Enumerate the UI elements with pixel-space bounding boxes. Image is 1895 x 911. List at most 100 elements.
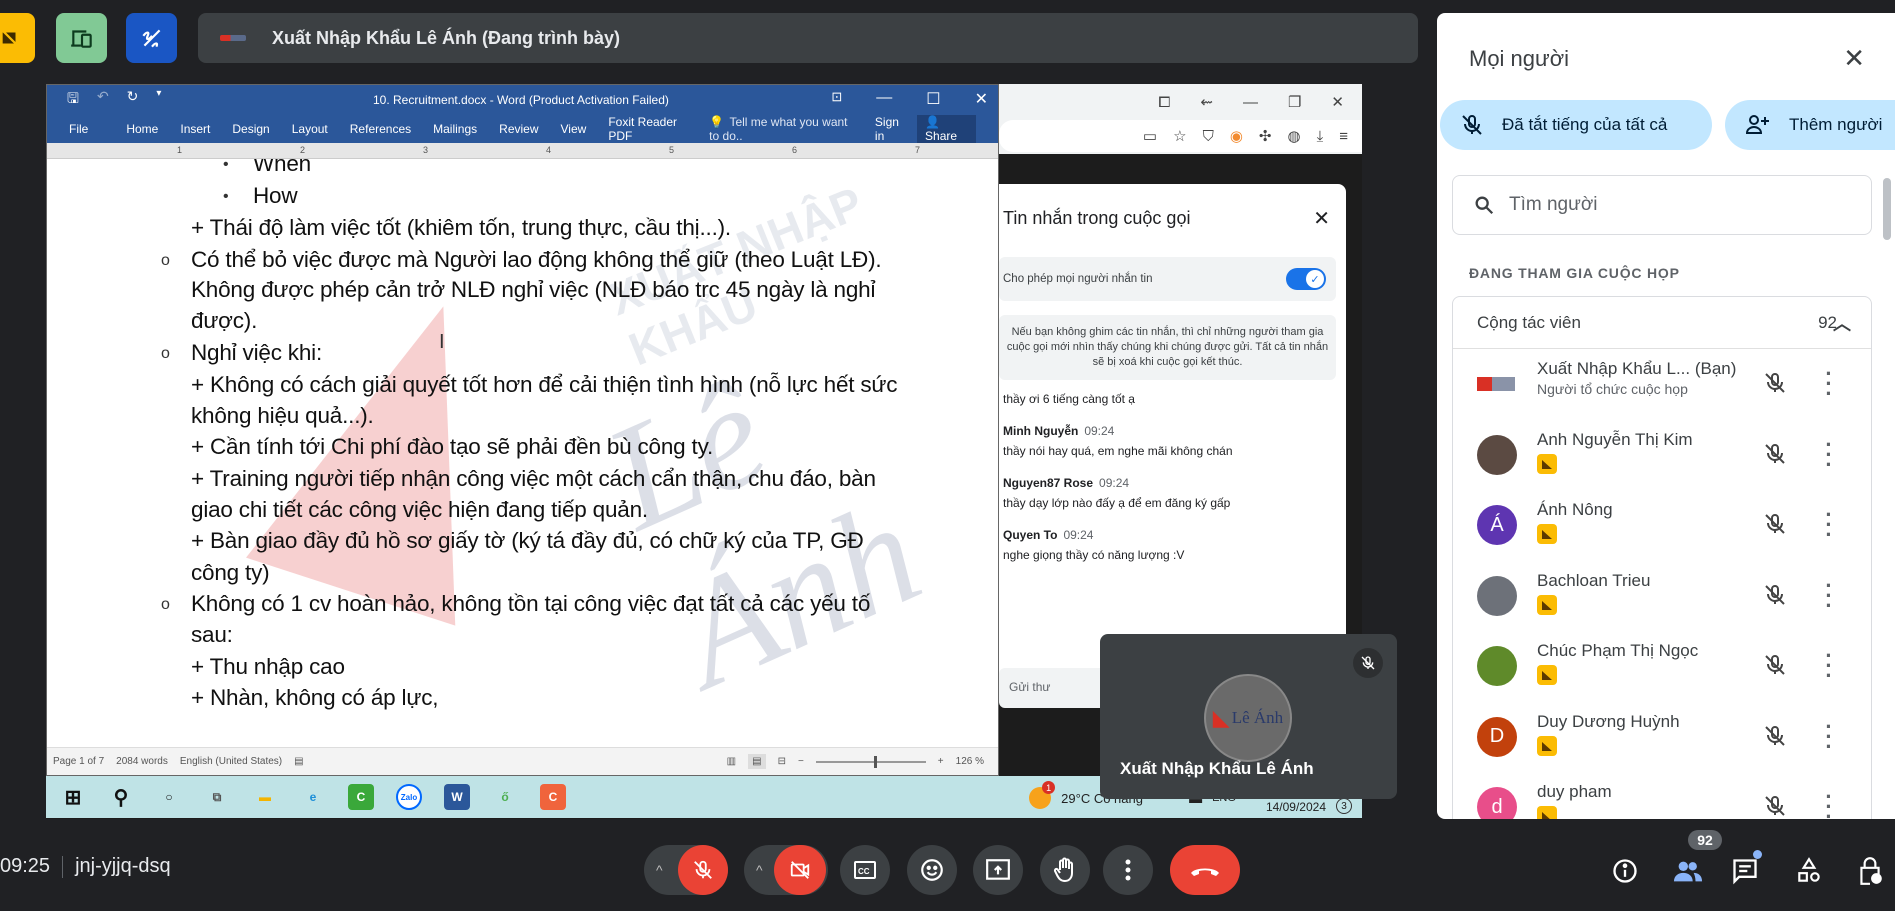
muted-mic-icon[interactable] [1763,371,1787,400]
allow-messages-toggle[interactable]: ✓ [1286,268,1326,290]
taskbar-camtasia-green-icon[interactable]: C [348,784,374,810]
clock-date[interactable]: 14/09/2024 [1266,800,1326,814]
more-options-icon[interactable]: · · · [1825,433,1833,475]
tell-me-box[interactable]: 💡 Tell me what you want to do.. [709,115,853,143]
muted-mic-icon[interactable] [1763,583,1787,612]
weather-icon[interactable]: 1 [1029,781,1056,809]
taskbar-zalo-icon[interactable]: Zalo [396,784,422,810]
zoom-in-button[interactable]: + [938,756,944,767]
more-options-icon[interactable]: · · · [1825,504,1833,546]
reactions-button[interactable] [907,845,957,895]
extension-coccoc-icon[interactable]: ◉ [1230,127,1243,145]
more-options-icon[interactable]: · · · [1825,574,1833,616]
taskbar-search-icon[interactable]: ⚲ [108,784,134,810]
word-minimize-icon[interactable]: — [876,89,892,109]
ribbon-tab-foxit-reader-pdf[interactable]: Foxit Reader PDF [608,115,687,143]
star-icon[interactable]: ☆ [1173,127,1186,145]
zoom-level[interactable]: 126 % [956,756,984,767]
ribbon-tab-file[interactable]: File [69,122,88,136]
group-header[interactable]: Cộng tác viên 92 ︿ [1453,297,1871,349]
profile-icon[interactable]: ◍ [1288,127,1301,145]
ribbon-tab-design[interactable]: Design [232,122,269,136]
activities-button[interactable] [1794,856,1824,886]
chevron-up-icon[interactable]: ︿ [1833,310,1851,336]
muted-mic-icon[interactable] [1763,512,1787,541]
meeting-code[interactable]: jnj-yjjq-dsq [75,855,171,878]
close-people-panel-icon[interactable]: ✕ [1843,43,1865,74]
mute-all-button[interactable]: Đã tắt tiếng của tất cả [1440,100,1712,150]
taskbar-word-icon[interactable]: W [444,784,470,810]
muted-mic-icon[interactable] [1763,442,1787,471]
camera-toggle-button[interactable] [774,845,826,895]
ribbon-display-icon[interactable]: ⊡ [831,89,842,109]
chat-close-icon[interactable]: ✕ [1313,206,1330,231]
camera-off-button[interactable] [0,13,35,63]
search-people-input[interactable]: Tìm người [1452,175,1872,235]
page-count[interactable]: Page 1 of 7 [53,756,104,767]
ribbon-tab-references[interactable]: References [350,122,411,136]
sign-in-link[interactable]: Sign in [875,115,905,143]
word-maximize-icon[interactable]: ☐ [926,89,940,109]
language[interactable]: English (United States) [180,756,282,767]
audio-options-chevron-icon[interactable]: ^ [656,862,663,878]
meeting-details-button[interactable] [1610,856,1640,886]
muted-mic-icon[interactable] [1763,724,1787,753]
muted-mic-icon[interactable] [1763,653,1787,682]
self-video-tile[interactable]: ◣ Lê Ánh Xuất Nhập Khẩu Lê Ánh [1100,634,1397,799]
minimize-icon[interactable]: — [1243,94,1258,111]
word-count[interactable]: 2084 words [116,756,168,767]
restore-icon[interactable]: ❐ [1288,93,1301,111]
notification-center[interactable]: 3 [1336,798,1352,814]
ribbon-tab-mailings[interactable]: Mailings [433,122,477,136]
add-people-button[interactable]: Thêm người [1725,100,1895,150]
ribbon-tab-home[interactable]: Home [126,122,158,136]
read-mode-icon[interactable]: ▥ [727,756,736,767]
participant-row[interactable]: D Duy Dương Huỳnh · · · [1453,702,1873,772]
people-button[interactable] [1673,856,1703,886]
close-icon[interactable]: ✕ [1331,93,1344,111]
shield-icon[interactable]: ⛉ [1203,128,1214,145]
save-icon[interactable]: 🖫 [67,88,79,112]
participant-row[interactable]: Xuất Nhập Khẩu L... (Bạn) Người tổ chức c… [1453,349,1873,419]
taskbar-coc-coc-icon[interactable]: ő [492,784,518,810]
document-body[interactable]: XUẤT NHẬP KHẨU Lê Ánh • When • How + Thái độ… [47,159,998,749]
zoom-slider[interactable] [815,755,926,768]
download-icon[interactable]: ⤓ [1317,128,1324,145]
leave-call-button[interactable] [1170,845,1240,895]
macro-icon[interactable]: ▤ [294,756,303,767]
more-options-button[interactable] [1103,845,1153,895]
redo-icon[interactable]: ↻ [127,88,139,112]
people-scrollbar[interactable] [1883,178,1891,240]
puzzle-icon[interactable]: ✣ [1259,127,1272,145]
zoom-slider-thumb[interactable] [874,755,878,768]
raise-hand-button[interactable] [1040,845,1090,895]
muted-mic-icon[interactable] [1763,794,1787,819]
participant-row[interactable]: Bachloan Trieu · · · [1453,561,1873,631]
more-options-icon[interactable]: · · · [1825,786,1833,820]
screen-search-icon[interactable]: ⧠ [1158,94,1170,111]
zoom-out-button[interactable]: − [798,756,804,767]
video-options-chevron-icon[interactable]: ^ [756,862,763,878]
taskbar-task-view-icon[interactable]: ⧉ [204,784,230,810]
more-options-icon[interactable]: · · · [1825,715,1833,757]
host-controls-button[interactable] [1855,856,1885,886]
ribbon-tab-layout[interactable]: Layout [292,122,328,136]
microphone-toggle-button[interactable] [678,845,728,895]
taskbar-cortana-icon[interactable]: ○ [156,784,182,810]
video-icon[interactable]: ▭ [1143,127,1157,145]
word-close-icon[interactable]: ✕ [975,89,988,109]
undo-icon[interactable]: ↶ [97,88,109,112]
ribbon-tab-view[interactable]: View [561,122,587,136]
captions-button[interactable]: CC [840,845,890,895]
taskbar-start-icon[interactable]: ⊞ [60,784,86,810]
menu-icon[interactable]: ≡ [1339,128,1348,145]
present-screen-button[interactable] [973,845,1023,895]
chat-button[interactable] [1730,850,1762,886]
taskbar-edge-icon[interactable]: e [300,784,326,810]
participant-row[interactable]: Chúc Phạm Thị Ngọc · · · [1453,631,1873,701]
ribbon-tab-insert[interactable]: Insert [180,122,210,136]
participant-row[interactable]: d duy pham · · · [1453,772,1873,819]
participant-row[interactable]: Á Ánh Nông · · · [1453,490,1873,560]
taskbar-camtasia-orange-icon[interactable]: C [540,784,566,810]
web-layout-icon[interactable]: ⊟ [778,756,786,767]
